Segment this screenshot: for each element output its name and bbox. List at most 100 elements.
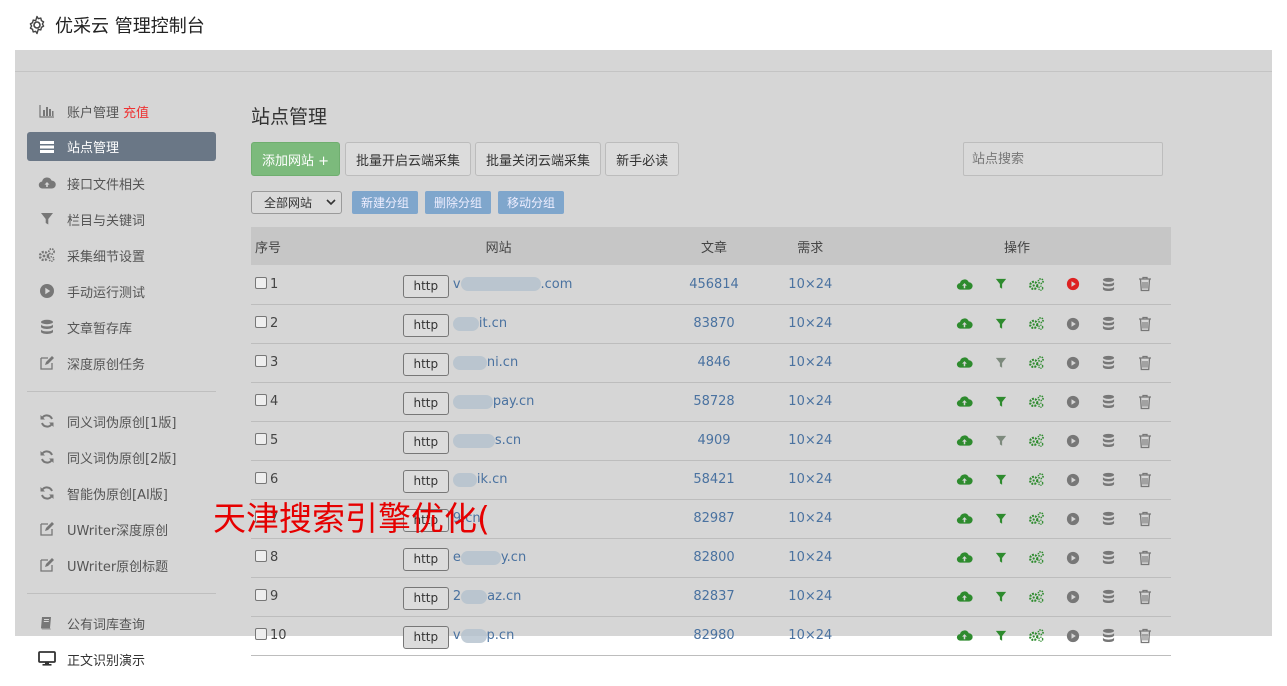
database-icon[interactable]	[1099, 275, 1119, 293]
gear-icon[interactable]	[27, 15, 47, 35]
cell-articles[interactable]: 4909	[670, 421, 757, 460]
database-icon[interactable]	[1099, 588, 1119, 606]
row-checkbox[interactable]	[255, 355, 267, 367]
sidebar-item[interactable]: 文章暂存库	[27, 309, 216, 345]
trash-icon[interactable]	[1135, 510, 1155, 528]
batch-enable-cloud-button[interactable]: 批量开启云端采集	[345, 142, 472, 176]
row-checkbox[interactable]	[255, 276, 267, 289]
play-circle-icon[interactable]	[1063, 471, 1083, 489]
database-icon[interactable]	[1099, 354, 1119, 372]
cell-articles[interactable]: 82800	[670, 538, 757, 577]
cogs-icon[interactable]	[1027, 510, 1047, 528]
row-checkbox[interactable]	[255, 550, 267, 562]
cogs-icon[interactable]	[1027, 315, 1047, 333]
group-select[interactable]: 全部网站	[251, 190, 342, 214]
cloud-upload-icon[interactable]	[955, 549, 975, 567]
site-domain-link[interactable]: pay.cn	[452, 394, 534, 409]
http-button[interactable]: http	[402, 626, 449, 649]
filter-icon[interactable]	[991, 627, 1011, 645]
http-button[interactable]: http	[402, 274, 449, 298]
cell-demand[interactable]: 10×24	[758, 499, 863, 538]
cell-demand[interactable]: 10×24	[758, 382, 863, 421]
sidebar-item[interactable]: UWriter原创标题	[27, 547, 216, 583]
guide-button[interactable]: 新手必读	[605, 142, 680, 176]
row-checkbox[interactable]	[255, 628, 267, 640]
play-circle-icon[interactable]	[1063, 315, 1083, 333]
cogs-icon[interactable]	[1027, 627, 1047, 645]
filter-icon[interactable]	[991, 510, 1011, 528]
sidebar-item[interactable]: 手动运行测试	[27, 273, 216, 309]
sidebar-item[interactable]: 同义词伪原创[2版]	[27, 439, 216, 475]
sidebar-item[interactable]: UWriter深度原创	[27, 511, 216, 547]
play-circle-icon[interactable]	[1063, 275, 1083, 293]
cloud-upload-icon[interactable]	[955, 627, 975, 645]
add-site-button[interactable]: 添加网站 +	[251, 142, 341, 176]
trash-icon[interactable]	[1135, 588, 1155, 606]
batch-disable-cloud-button[interactable]: 批量关闭云端采集	[475, 142, 602, 176]
new-group-button[interactable]: 新建分组	[352, 190, 419, 214]
play-circle-icon[interactable]	[1063, 549, 1083, 567]
cogs-icon[interactable]	[1027, 354, 1047, 372]
trash-icon[interactable]	[1135, 471, 1155, 489]
cloud-upload-icon[interactable]	[955, 432, 975, 450]
http-button[interactable]: http	[402, 470, 449, 493]
cell-demand[interactable]: 10×24	[758, 304, 863, 343]
trash-icon[interactable]	[1135, 393, 1155, 411]
cogs-icon[interactable]	[1027, 471, 1047, 489]
cogs-icon[interactable]	[1027, 588, 1047, 606]
cell-articles[interactable]: 82987	[670, 499, 757, 538]
recharge-link[interactable]: 充值	[123, 102, 149, 121]
sidebar-item[interactable]: 深度原创任务	[27, 345, 216, 381]
site-domain-link[interactable]: v .com	[453, 277, 573, 292]
play-circle-icon[interactable]	[1063, 627, 1083, 645]
sidebar-item[interactable]: 接口文件相关	[27, 165, 216, 201]
cloud-upload-icon[interactable]	[955, 588, 975, 606]
cell-articles[interactable]: 4846	[670, 343, 757, 382]
cell-articles[interactable]: 83870	[670, 304, 757, 343]
cell-articles[interactable]: 82837	[670, 577, 757, 616]
site-domain-link[interactable]: ik.cn	[452, 472, 508, 487]
play-circle-icon[interactable]	[1063, 432, 1083, 450]
cell-demand[interactable]: 10×24	[758, 616, 863, 655]
database-icon[interactable]	[1099, 432, 1119, 450]
site-domain-link[interactable]: e y.cn	[453, 550, 526, 565]
trash-icon[interactable]	[1135, 354, 1155, 372]
cloud-upload-icon[interactable]	[955, 471, 975, 489]
database-icon[interactable]	[1099, 627, 1119, 645]
http-button[interactable]: http	[402, 431, 449, 454]
trash-icon[interactable]	[1135, 275, 1155, 293]
sidebar-item[interactable]: 同义词伪原创[1版]	[27, 403, 216, 439]
cloud-upload-icon[interactable]	[955, 510, 975, 528]
row-checkbox[interactable]	[255, 316, 267, 328]
row-checkbox[interactable]	[255, 394, 267, 406]
cell-demand[interactable]: 10×24	[758, 460, 863, 499]
cogs-icon[interactable]	[1027, 549, 1047, 567]
cell-articles[interactable]: 58421	[670, 460, 757, 499]
database-icon[interactable]	[1099, 315, 1119, 333]
cloud-upload-icon[interactable]	[955, 275, 975, 293]
filter-icon[interactable]	[991, 315, 1011, 333]
http-button[interactable]: http	[402, 314, 449, 337]
cell-demand[interactable]: 10×24	[758, 265, 863, 304]
trash-icon[interactable]	[1135, 549, 1155, 567]
sidebar-item[interactable]: 站点管理	[27, 132, 216, 161]
sidebar-item[interactable]: 正文识别演示	[27, 641, 216, 677]
site-domain-link[interactable]: ni.cn	[452, 355, 518, 370]
play-circle-icon[interactable]	[1063, 354, 1083, 372]
row-checkbox[interactable]	[255, 589, 267, 601]
database-icon[interactable]	[1099, 549, 1119, 567]
sidebar-item[interactable]: 智能伪原创[AI版]	[27, 475, 216, 511]
site-domain-link[interactable]: v p.cn	[453, 628, 514, 643]
move-group-button[interactable]: 移动分组	[498, 190, 565, 214]
http-button[interactable]: http	[402, 353, 449, 376]
cell-demand[interactable]: 10×24	[758, 577, 863, 616]
trash-icon[interactable]	[1135, 315, 1155, 333]
cell-demand[interactable]: 10×24	[758, 538, 863, 577]
cogs-icon[interactable]	[1027, 275, 1047, 293]
database-icon[interactable]	[1099, 510, 1119, 528]
site-search-input[interactable]	[963, 142, 1163, 176]
filter-icon[interactable]	[991, 393, 1011, 411]
database-icon[interactable]	[1099, 471, 1119, 489]
cogs-icon[interactable]	[1027, 432, 1047, 450]
play-circle-icon[interactable]	[1063, 588, 1083, 606]
